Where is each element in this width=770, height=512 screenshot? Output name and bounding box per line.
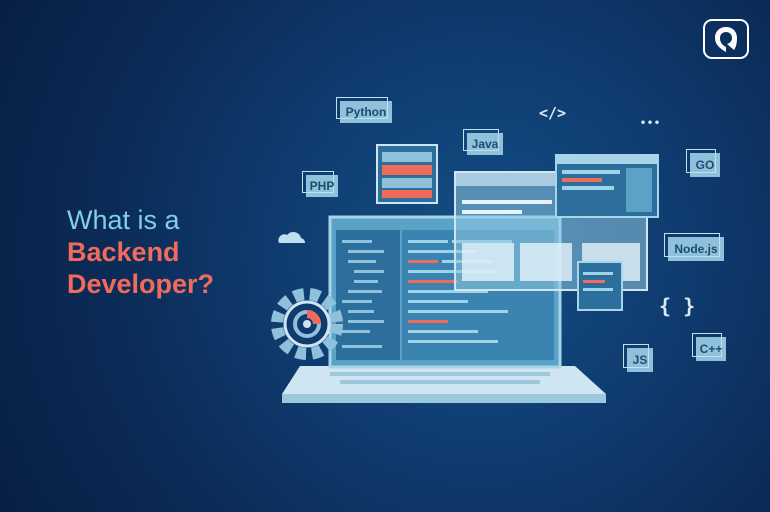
tag-go: GO	[686, 149, 720, 177]
dots-icon: •••	[640, 118, 662, 129]
developer-illustration	[271, 144, 659, 403]
tag-python: Python	[336, 97, 392, 123]
tag-js: JS	[623, 344, 653, 372]
braces-icon: { }	[659, 294, 696, 318]
file-tree-panel	[336, 230, 400, 360]
tag-java: Java	[463, 129, 503, 155]
code-tag-icon: </>	[539, 104, 567, 122]
gear-icon	[271, 288, 343, 360]
cloud-icon	[278, 231, 306, 243]
tag-nodejs: Node.js	[664, 233, 724, 261]
laptop-base-edge	[282, 394, 606, 403]
tag-php: PHP	[302, 171, 338, 197]
popup-window	[577, 261, 623, 311]
tag-cpp: C++	[692, 333, 726, 361]
hero-banner: What is a Backend Developer? Python Java…	[0, 0, 770, 512]
